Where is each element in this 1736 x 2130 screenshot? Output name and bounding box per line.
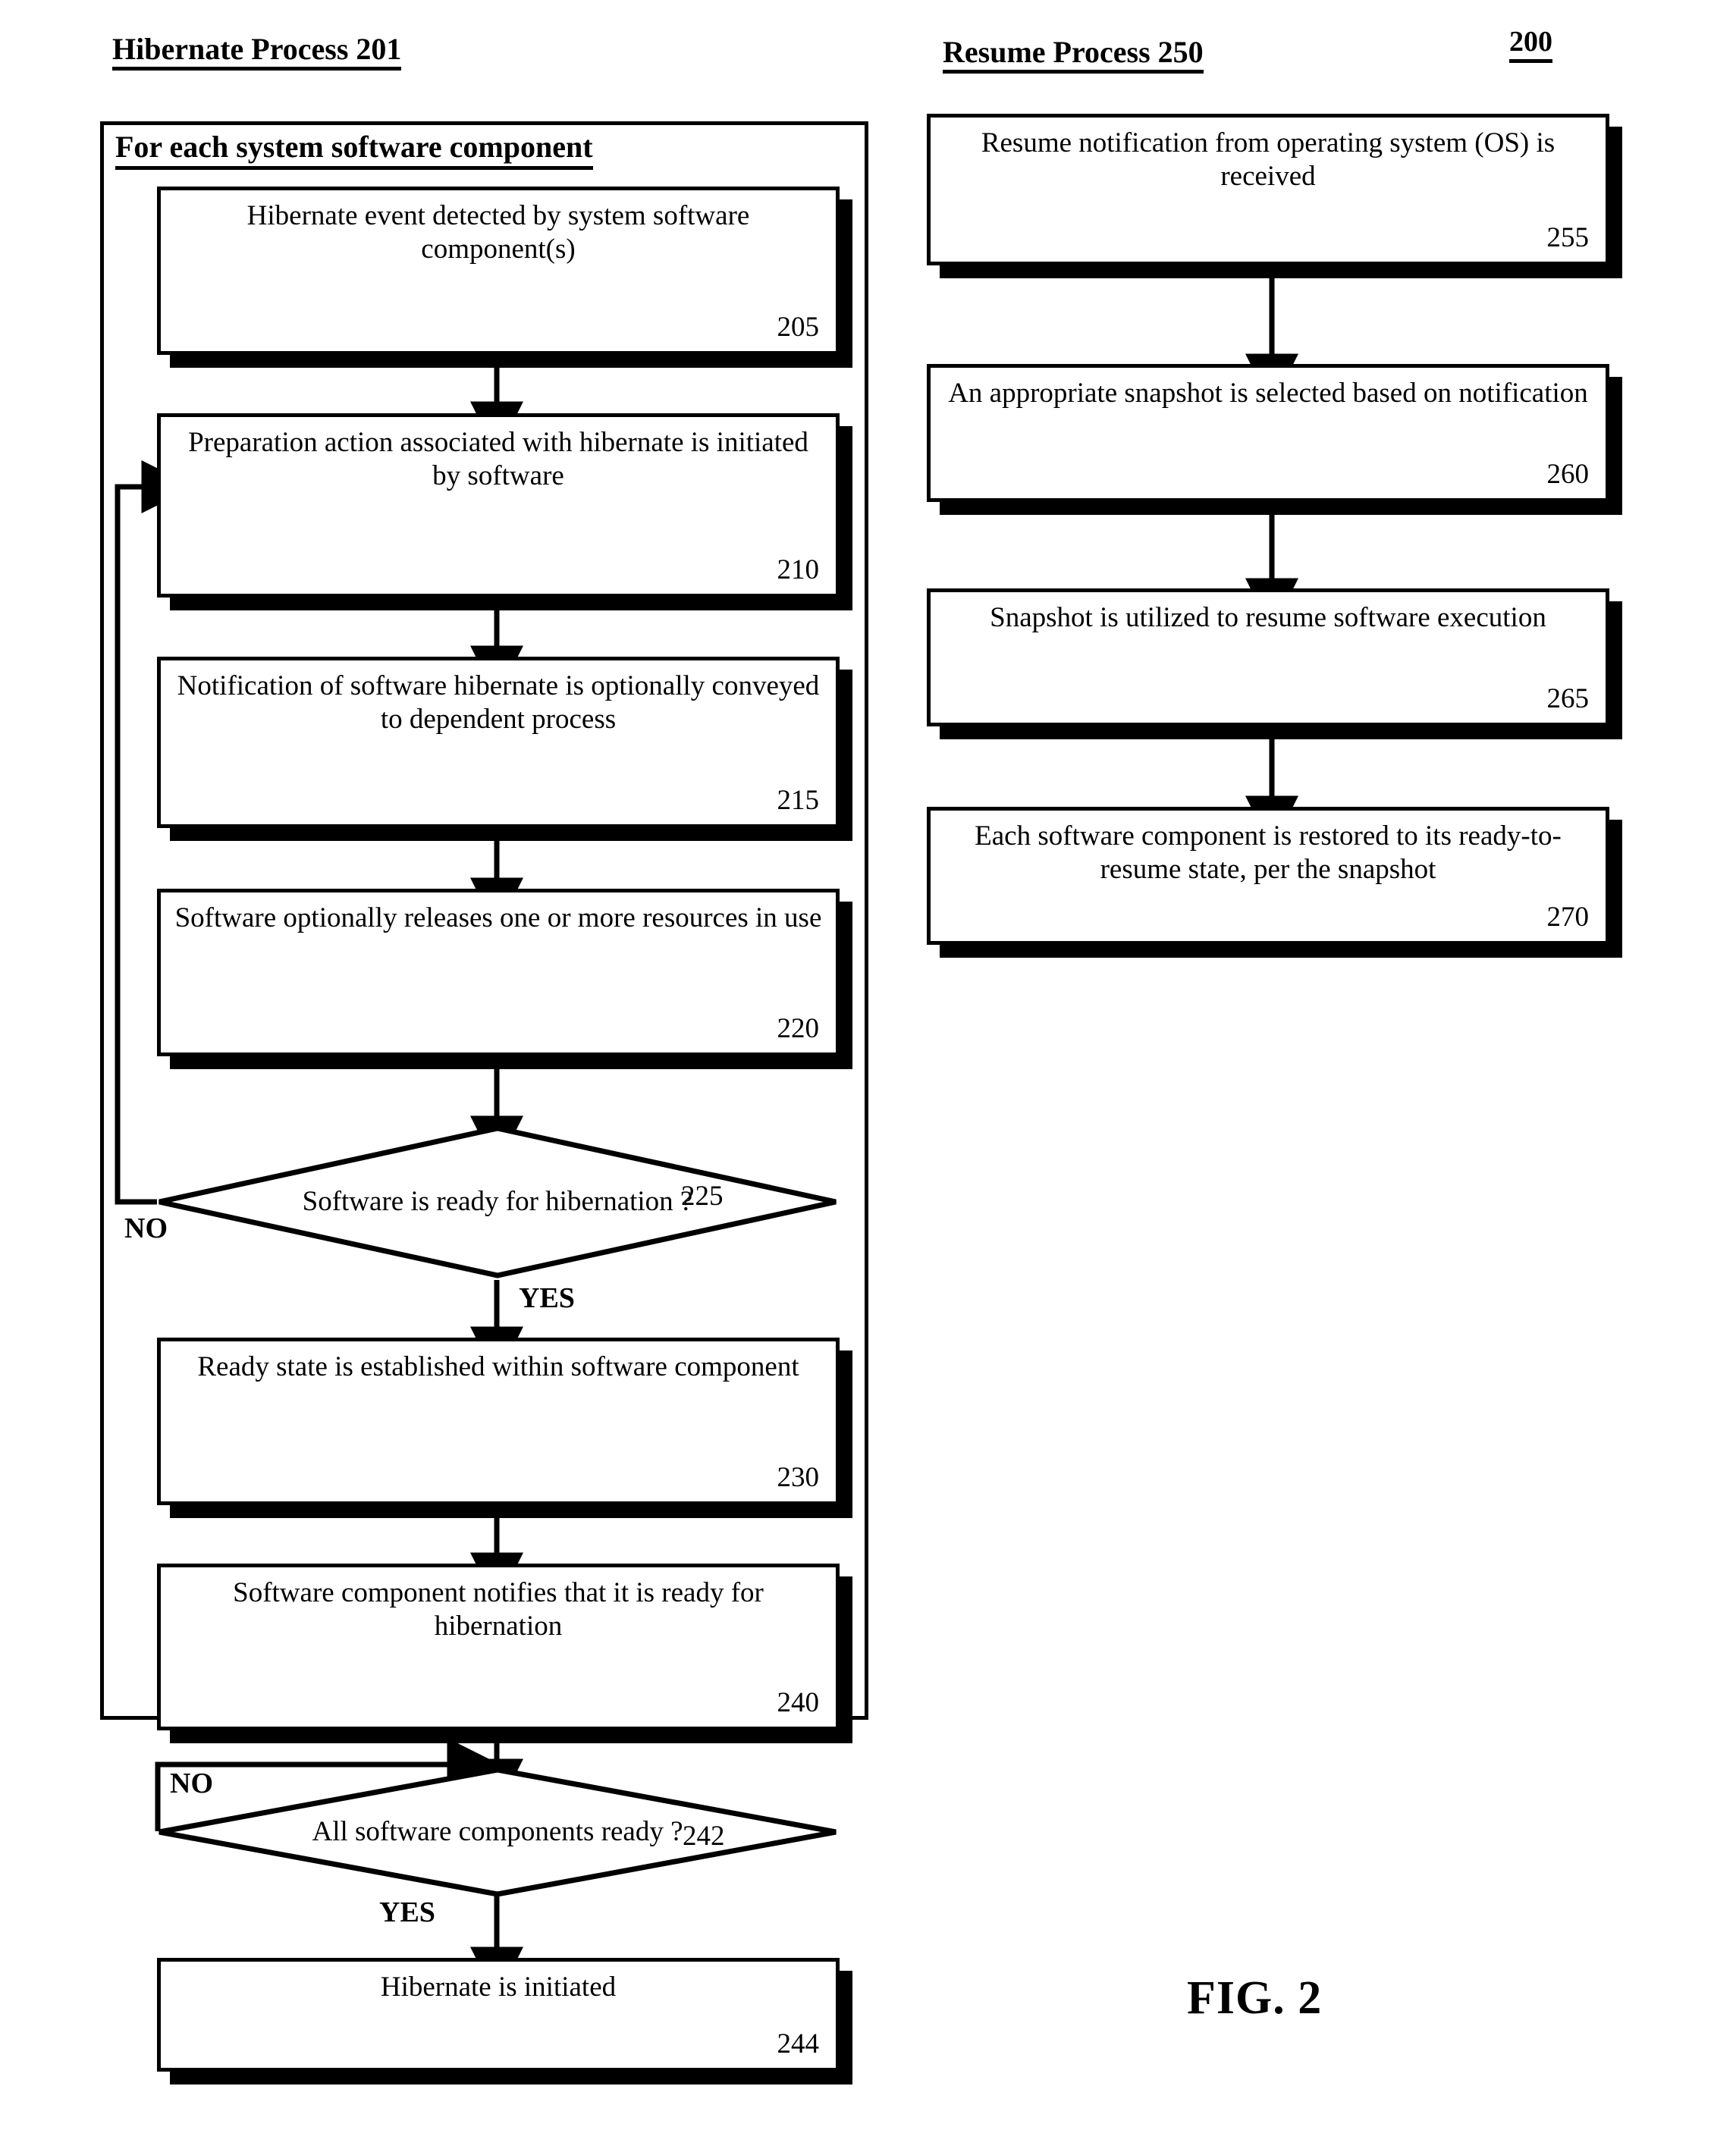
node-210-ref: 210	[777, 554, 820, 585]
decision-node-225[interactable]: Software is ready for hibernation ?	[157, 1125, 838, 1278]
node-240-text: Software component notifies that it is r…	[233, 1577, 764, 1642]
process-node-260[interactable]: An appropriate snapshot is selected base…	[927, 364, 1609, 502]
node-260-ref: 260	[1546, 459, 1590, 490]
process-node-255[interactable]: Resume notification from operating syste…	[927, 114, 1609, 265]
node-270-ref: 270	[1546, 902, 1590, 933]
node-220-text: Software optionally releases one or more…	[174, 902, 822, 933]
node-244-ref: 244	[777, 2028, 820, 2059]
node-220-ref: 220	[777, 1013, 820, 1044]
figure-caption: FIG. 2	[1187, 1972, 1323, 2024]
process-node-205[interactable]: Hibernate event detected by system softw…	[157, 187, 840, 355]
process-node-244[interactable]: Hibernate is initiated 244	[157, 1958, 840, 2072]
figure-reference-number: 200	[1509, 27, 1552, 63]
process-node-210[interactable]: Preparation action associated with hiber…	[157, 413, 840, 598]
node-230-text: Ready state is established within softwa…	[197, 1351, 799, 1382]
node-265-text: Snapshot is utilized to resume software …	[990, 602, 1546, 633]
node-244-text: Hibernate is initiated	[380, 1972, 617, 2003]
figure-canvas: Hibernate Process 201 Resume Process 250…	[0, 0, 1736, 2130]
process-node-240[interactable]: Software component notifies that it is r…	[157, 1564, 840, 1730]
node-240-ref: 240	[777, 1687, 820, 1718]
process-node-215[interactable]: Notification of software hibernate is op…	[157, 657, 840, 828]
node-242-ref: 242	[683, 1821, 725, 1852]
process-node-220[interactable]: Software optionally releases one or more…	[157, 889, 840, 1056]
edge-label-225-yes: YES	[519, 1282, 575, 1314]
node-270-text: Each software component is restored to i…	[975, 820, 1562, 885]
hibernate-process-heading: Hibernate Process 201	[112, 33, 402, 71]
node-215-text: Notification of software hibernate is op…	[177, 670, 820, 735]
edge-label-225-no: NO	[124, 1212, 168, 1244]
decision-node-242[interactable]: All software components ready ?	[157, 1767, 838, 1897]
edge-label-242-no: NO	[170, 1768, 213, 1799]
node-265-ref: 265	[1546, 683, 1590, 714]
node-210-text: Preparation action associated with hiber…	[188, 427, 808, 491]
edge-label-242-yes: YES	[379, 1896, 435, 1928]
node-255-text: Resume notification from operating syste…	[981, 127, 1555, 192]
node-225-ref: 225	[681, 1181, 724, 1212]
node-215-ref: 215	[777, 785, 820, 816]
node-205-text: Hibernate event detected by system softw…	[246, 200, 750, 265]
for-each-component-heading: For each system software component	[115, 129, 593, 170]
process-node-265[interactable]: Snapshot is utilized to resume software …	[927, 588, 1609, 726]
node-255-ref: 255	[1546, 222, 1590, 253]
node-205-ref: 205	[777, 312, 820, 343]
resume-process-heading: Resume Process 250	[943, 36, 1204, 74]
process-node-270[interactable]: Each software component is restored to i…	[927, 807, 1609, 945]
process-node-230[interactable]: Ready state is established within softwa…	[157, 1338, 840, 1505]
node-230-ref: 230	[777, 1462, 820, 1493]
node-260-text: An appropriate snapshot is selected base…	[948, 378, 1588, 409]
